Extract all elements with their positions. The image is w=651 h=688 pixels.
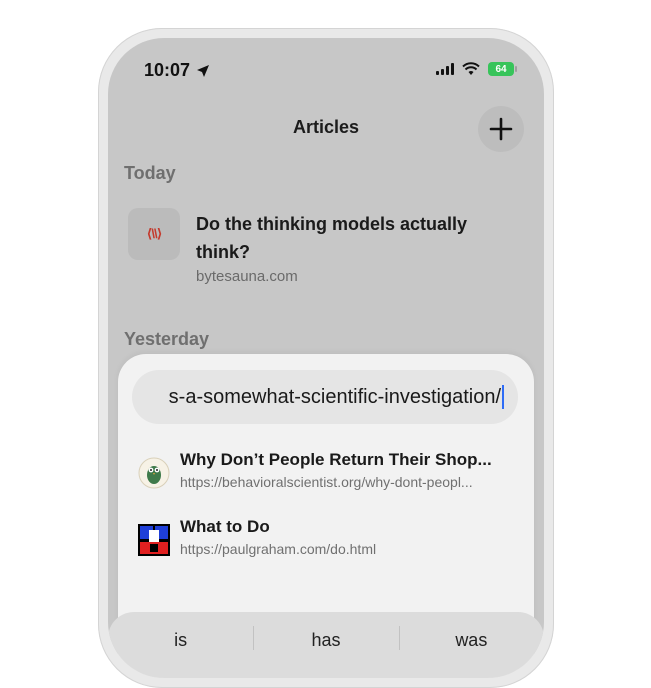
suggestion-url: https://paulgraham.com/do.html: [180, 541, 377, 557]
url-input-value: s-a-somewhat-scientific-investigation/: [168, 385, 501, 408]
paulgraham-logo-icon: [138, 524, 170, 556]
status-time-text: 10:07: [144, 60, 191, 80]
suggestion-title: Why Don’t People Return Their Shop...: [180, 450, 492, 469]
suggestion-item[interactable]: Why Don’t People Return Their Shop... ht…: [136, 449, 526, 505]
location-arrow-icon: [197, 64, 210, 77]
battery-level: 64: [495, 63, 507, 75]
article-row[interactable]: ⟨\\⟩ Do the thinking models actually thi…: [126, 208, 516, 298]
add-article-button[interactable]: [478, 106, 524, 152]
keyboard-suggestion-bar: is has was: [108, 612, 544, 678]
keyboard-suggestion[interactable]: is: [108, 612, 253, 678]
cellular-signal-icon: [436, 63, 454, 75]
status-indicators: 64: [436, 62, 517, 76]
wifi-icon: [462, 62, 480, 75]
text-caret: [502, 385, 504, 409]
suggestion-item[interactable]: What to Do https://paulgraham.com/do.htm…: [136, 516, 526, 572]
article-thumbnail: ⟨\\⟩: [128, 208, 180, 260]
article-domain: bytesauna.com: [196, 268, 298, 285]
plus-icon: [489, 117, 513, 141]
section-header-yesterday: Yesterday: [124, 329, 210, 349]
keyboard-suggestion[interactable]: was: [398, 612, 544, 678]
keyboard-suggestion[interactable]: has: [253, 612, 398, 678]
section-header-today: Today: [124, 163, 176, 183]
battery-indicator: 64: [488, 62, 517, 76]
status-time: 10:07: [144, 60, 210, 81]
article-title: Do the thinking models actually think?: [196, 214, 468, 262]
suggestion-title: What to Do: [180, 517, 270, 536]
app-screen: 10:07 64 Articles Today ⟨\\⟩ Do the thin…: [108, 38, 544, 678]
suggestion-url: https://behavioralscientist.org/why-dont…: [180, 474, 473, 490]
url-input[interactable]: s-a-somewhat-scientific-investigation/: [132, 370, 518, 424]
owl-icon: [138, 457, 170, 489]
